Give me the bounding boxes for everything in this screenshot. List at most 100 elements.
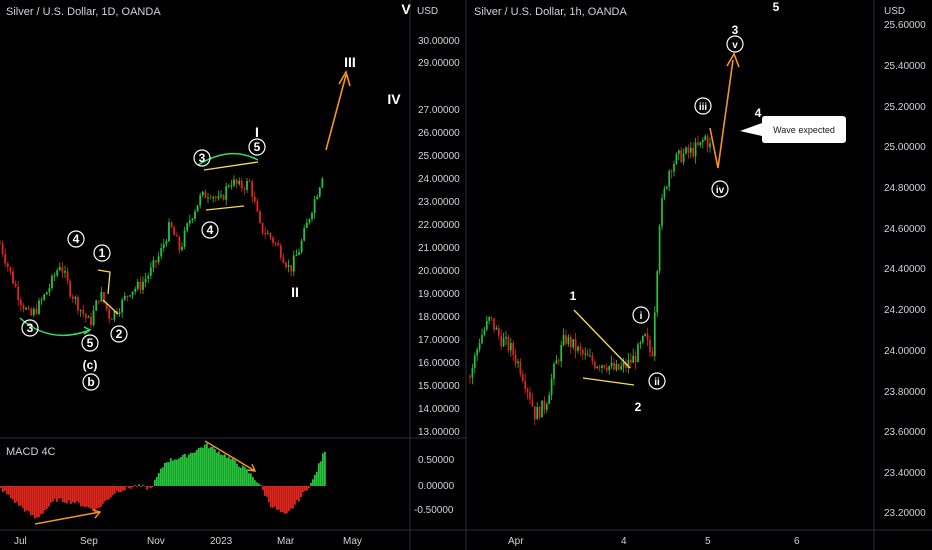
left-xtick: May [343,536,362,547]
candle-body [40,299,43,301]
wave-label-c: (c) [83,358,98,372]
right-wave-5: 5 [773,0,780,14]
candle-body [82,309,85,314]
left-ytick: 17.00000 [418,335,460,346]
candle-body [605,367,608,371]
macd-bar [152,486,154,488]
macd-bar [194,452,196,486]
candle-body [689,147,692,153]
candle-body [471,367,474,378]
macd-bar [122,486,124,491]
macd-bar [90,486,92,509]
right-currency-label: USD [884,6,905,17]
macd-bar [114,486,116,494]
candle-body [596,366,599,369]
right-xtick: 4 [621,536,627,547]
right-ytick: 24.40000 [884,264,926,275]
candle-body [632,355,635,363]
macd-bar [102,486,104,504]
macd-bar [112,486,114,495]
candle-body [298,252,300,255]
candle-body [253,196,256,202]
candle-body [126,295,129,297]
candle-body [512,343,515,356]
left-ytick: 29.00000 [418,58,460,69]
candle-body [69,280,72,297]
candle-body [677,150,680,154]
macd-bar [278,486,280,510]
macd-bar [82,486,84,507]
macd-bar [230,459,232,486]
macd-bar [276,486,278,510]
candle-body [38,300,40,314]
candle-body [212,197,215,199]
macd-bar [200,447,202,486]
candle-body [555,360,558,364]
macd-bar [128,486,130,489]
candle-body [118,312,121,315]
macd-bar [250,473,252,486]
right-ytick: 24.80000 [884,183,926,194]
candle-body [533,406,536,420]
candle-body [248,181,251,183]
candle-body [613,362,615,370]
macd-bar [106,486,108,500]
candle-body [603,365,606,368]
right-ytick: 24.00000 [884,346,926,357]
candle-body [507,336,510,351]
candle-body [56,270,59,276]
candle-body [74,297,77,299]
candle-body [0,243,1,245]
macd-bar [14,486,16,503]
macd-bar [190,452,192,486]
macd-bar [282,486,284,513]
macd-bar [302,486,304,493]
candle-body [692,147,695,157]
macd-bar [30,486,32,516]
macd-bar [94,486,96,513]
candle-body [697,142,699,146]
macd-bar [222,455,224,486]
candle-body [629,359,632,363]
candle-body [608,366,611,371]
candle-body [48,288,51,293]
candle-body [264,232,267,235]
macd-bar [322,453,324,486]
macd-bar [124,486,126,491]
macd-bar [242,465,244,486]
macd-bar [176,459,178,486]
candle-body [79,309,82,311]
candle-body [92,310,95,326]
macd-bar [290,486,292,509]
left-ytick: 16.00000 [418,358,460,369]
candle-body [673,163,675,172]
candle-body [529,392,531,400]
macd-bar [170,458,172,486]
sub-wave-iv: iv [716,185,725,196]
candle-body [656,271,659,313]
candle-body [617,363,620,370]
macd-bar [244,467,246,486]
left-ytick: 13.00000 [418,427,460,438]
wave-label-5: 5 [87,336,94,350]
macd-bar [258,483,260,486]
left-ytick: 26.00000 [418,128,460,139]
candle-body [199,195,202,206]
macd-bar [260,485,262,486]
candle-body [601,365,603,368]
macd-bar [264,486,266,496]
candle-body [170,222,173,228]
macd-bar [24,486,26,512]
candle-body [194,211,196,219]
candle-body [641,335,644,343]
macd-bar [138,484,140,486]
candle-body [66,271,69,281]
candle-body [142,281,144,290]
macd-bar [92,486,94,511]
candle-body [682,153,685,163]
macd-bar [70,486,72,504]
left-ytick: 14.00000 [418,404,460,415]
macd-bar [10,486,12,499]
roman-III: III [344,54,356,70]
right-wave-4: 4 [755,106,762,120]
